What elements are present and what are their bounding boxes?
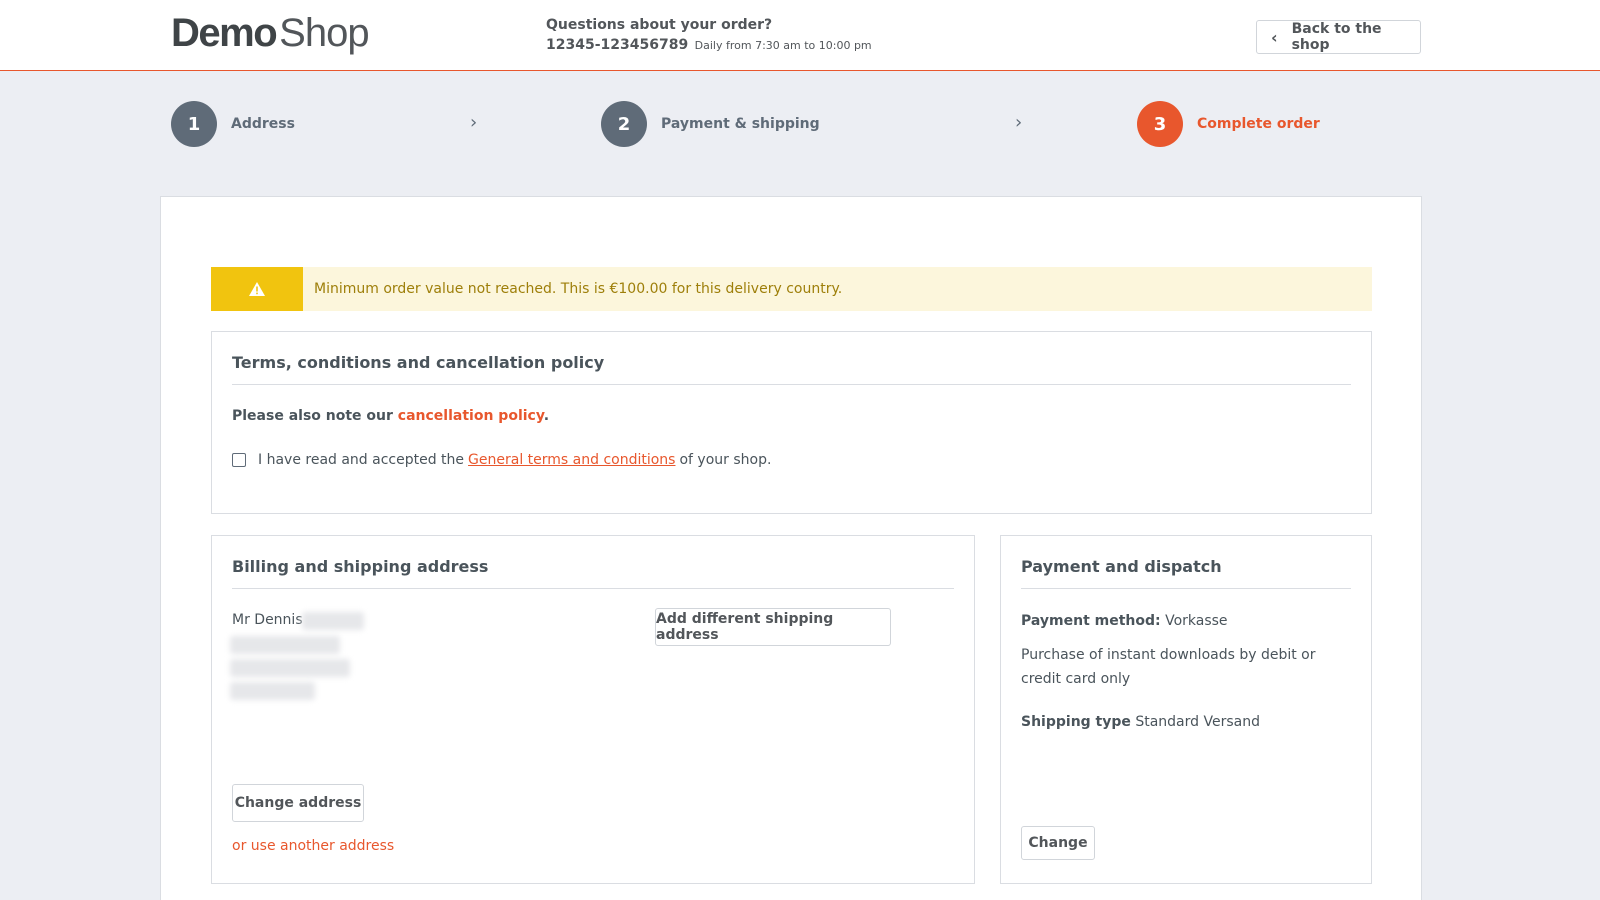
step-complete-order: 3 Complete order [1137,101,1320,147]
step-number: 2 [601,101,647,147]
site-header: Demo Shop Questions about your order? 12… [0,0,1600,71]
step-address: 1 Address [171,101,295,147]
change-address-button[interactable]: Change address [232,784,364,822]
back-to-shop-button[interactable]: ‹ Back to the shop [1256,20,1421,54]
chevron-left-icon: ‹ [1271,27,1278,47]
step-label: Complete order [1197,116,1320,132]
step-number: 1 [171,101,217,147]
shipping-type-value: Standard Versand [1135,714,1260,730]
shop-logo[interactable]: Demo Shop [171,8,370,58]
payment-dispatch-box: Payment and dispatch Payment method: Vor… [1000,535,1372,884]
contact-info: Questions about your order? 12345-123456… [546,15,872,56]
use-another-address-link[interactable]: or use another address [232,838,394,854]
terms-box: Terms, conditions and cancellation polic… [211,331,1372,514]
accept-terms-row: I have read and accepted the General ter… [232,452,771,468]
terms-title: Terms, conditions and cancellation polic… [232,352,1351,385]
contact-phone: 12345-123456789 [546,37,689,53]
shipping-type-row: Shipping type Standard Versand [1021,710,1351,734]
contact-question: Questions about your order? [546,17,773,33]
redacted-street [230,636,340,654]
cancellation-policy-link[interactable]: cancellation policy [398,408,544,424]
step-label: Payment & shipping [661,116,820,132]
payment-method-label: Payment method: [1021,613,1161,629]
back-to-shop-label: Back to the shop [1291,21,1382,53]
logo-bold-text: Demo [171,11,278,55]
redacted-country [230,682,315,700]
logo-light-text: Shop [279,11,369,55]
change-payment-button[interactable]: Change [1021,826,1095,860]
shipping-type-label: Shipping type [1021,714,1131,730]
payment-method-value: Vorkasse [1165,613,1228,629]
note-suffix: . [543,408,550,424]
redacted-surname [302,612,364,630]
checkout-confirm-panel: Minimum order value not reached. This is… [160,196,1422,900]
accept-prefix: I have read and accepted the [258,452,465,468]
billing-address-box: Billing and shipping address Mr Dennis A… [211,535,975,884]
step-payment-shipping: 2 Payment & shipping [601,101,820,147]
accept-suffix: of your shop. [679,452,772,468]
general-terms-link[interactable]: General terms and conditions [468,452,675,468]
payment-title: Payment and dispatch [1021,556,1351,589]
chevron-right-icon: › [1015,112,1023,133]
note-prefix: Please also note our [232,408,398,424]
payment-method-note: Purchase of instant downloads by debit o… [1021,647,1316,687]
warning-icon [211,267,303,311]
step-number: 3 [1137,101,1183,147]
cancellation-note: Please also note our cancellation policy… [232,408,549,424]
chevron-right-icon: › [470,112,478,133]
alert-message: Minimum order value not reached. This is… [314,281,843,297]
add-shipping-address-button[interactable]: Add different shipping address [655,608,891,646]
payment-method-row: Payment method: Vorkasse [1021,609,1351,633]
redacted-city [230,659,350,677]
accept-terms-checkbox[interactable] [232,453,246,467]
billing-title: Billing and shipping address [232,556,954,589]
address-name: Mr Dennis [232,612,303,628]
contact-hours: Daily from 7:30 am to 10:00 pm [694,39,872,52]
min-order-alert: Minimum order value not reached. This is… [211,267,1372,311]
step-label: Address [231,116,295,132]
